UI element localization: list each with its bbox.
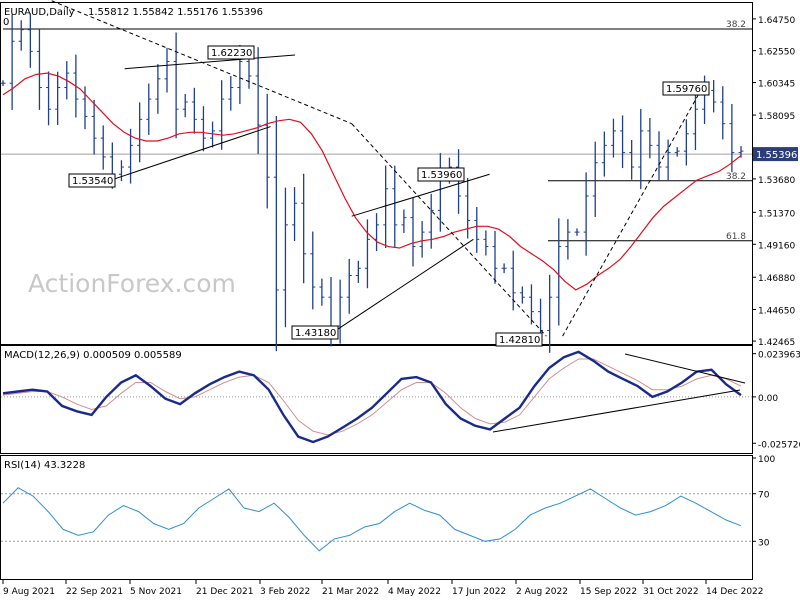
price-y-tick-label: 1.51370 — [758, 209, 795, 219]
x-axis-label: 21 Mar 2022 — [322, 587, 379, 597]
price-y-tick-label: 1.44650 — [758, 306, 795, 316]
symbol-header: EURAUD,Daily — [4, 7, 75, 18]
macd-y-tick-label: 0.00 — [758, 394, 778, 404]
corner-label: 0 — [3, 17, 9, 28]
x-axis-label: 31 Oct 2022 — [643, 587, 699, 597]
ohlc-header: 1.55812 1.55842 1.55176 1.55396 — [88, 7, 263, 18]
x-axis-label: 21 Dec 2021 — [196, 587, 254, 597]
x-axis-label: 2 Aug 2022 — [516, 587, 568, 597]
fib-level-label: 38.2 — [726, 172, 746, 182]
x-axis-label: 15 Sep 2022 — [580, 587, 637, 597]
fib-level-label: 61.8 — [726, 232, 746, 242]
fib-level-label: 38.2 — [726, 20, 746, 30]
macd-header: MACD(12,26,9) 0.000509 0.005589 — [4, 350, 182, 361]
chart-canvas: ActionForex.com EURAUD,Daily 1.55812 1.5… — [0, 0, 800, 600]
watermark: ActionForex.com — [28, 269, 236, 298]
price-y-tick-label: 1.46880 — [758, 274, 795, 284]
x-axis-label: 4 May 2022 — [388, 587, 441, 597]
rsi-y-tick-label: 30 — [758, 538, 770, 548]
x-axis-label: 3 Feb 2022 — [260, 587, 310, 597]
price-y-tick-label: 1.49160 — [758, 241, 795, 251]
macd-y-tick-label: -0.025726 — [758, 440, 800, 450]
price-y-tick-label: 1.64750 — [758, 16, 795, 26]
price-y-tick-label: 1.60345 — [758, 80, 795, 90]
price-y-tick-label: 1.58095 — [758, 112, 795, 122]
chart-window: ActionForex.com EURAUD,Daily 1.55812 1.5… — [0, 0, 800, 600]
x-axis-label: 5 Nov 2021 — [130, 587, 182, 597]
rsi-y-tick-label: 70 — [758, 491, 770, 501]
price-annotation-label: 1.62230 — [211, 48, 252, 59]
price-y-tick-label: 1.55396 — [756, 150, 797, 161]
price-annotation-label: 1.53960 — [421, 170, 462, 181]
x-axis-label: 22 Sep 2021 — [66, 587, 123, 597]
price-annotation-label: 1.53540 — [72, 176, 113, 187]
price-annotation-label: 1.42810 — [499, 335, 540, 346]
macd-y-tick-label: 0.023963 — [758, 351, 800, 361]
price-annotation-label: 1.59760 — [666, 84, 707, 95]
rsi-header: RSI(14) 43.3228 — [4, 460, 85, 471]
price-annotation-label: 1.43180 — [295, 328, 336, 339]
rsi-y-tick-label: 100 — [758, 455, 775, 465]
price-y-tick-label: 1.42465 — [758, 338, 795, 348]
x-axis-label: 17 Jun 2022 — [452, 587, 506, 597]
price-y-tick-label: 1.53680 — [758, 176, 795, 186]
x-axis-label: 9 Aug 2021 — [3, 587, 55, 597]
price-y-tick-label: 1.62550 — [758, 48, 795, 58]
x-axis-label: 14 Dec 2022 — [706, 587, 764, 597]
